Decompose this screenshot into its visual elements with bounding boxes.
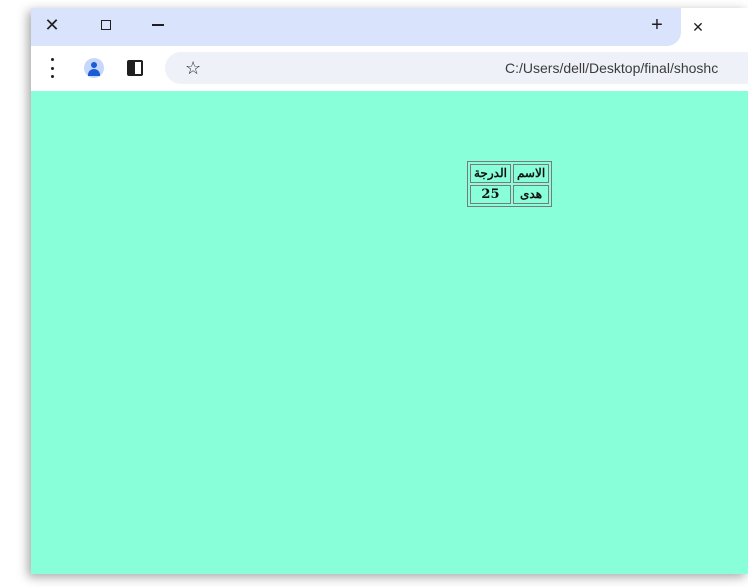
- close-icon[interactable]: ✕: [37, 10, 67, 40]
- kebab-menu-icon[interactable]: [45, 58, 59, 78]
- tab-strip: ✕ +: [31, 8, 681, 46]
- cell-grade: 25: [470, 185, 511, 204]
- grades-table: الاسم الدرجة هدى 25: [467, 161, 553, 207]
- url-text[interactable]: C:/Users/dell/Desktop/final/shoshc: [505, 60, 718, 76]
- tab-close-icon[interactable]: ✕: [683, 12, 713, 42]
- profile-icon[interactable]: [84, 58, 104, 78]
- address-bar[interactable]: ☆ C:/Users/dell/Desktop/final/shoshc: [165, 52, 748, 84]
- bookmark-star-icon[interactable]: ☆: [185, 56, 201, 80]
- side-panel-icon[interactable]: [127, 60, 143, 76]
- browser-window: ✕ + ✕ ☆ C:/Users/dell/Desktop/final/shos…: [31, 8, 748, 574]
- page-content: الاسم الدرجة هدى 25: [31, 91, 748, 574]
- new-tab-icon[interactable]: +: [642, 10, 672, 40]
- maximize-icon[interactable]: [91, 10, 121, 40]
- minimize-icon[interactable]: [143, 10, 173, 40]
- table-row: هدى 25: [470, 185, 550, 204]
- header-name: الاسم: [512, 164, 550, 183]
- cell-name: هدى: [512, 185, 550, 204]
- header-grade: الدرجة: [470, 164, 511, 183]
- browser-toolbar: ☆ C:/Users/dell/Desktop/final/shoshc: [31, 46, 748, 90]
- table-header-row: الاسم الدرجة: [470, 164, 550, 183]
